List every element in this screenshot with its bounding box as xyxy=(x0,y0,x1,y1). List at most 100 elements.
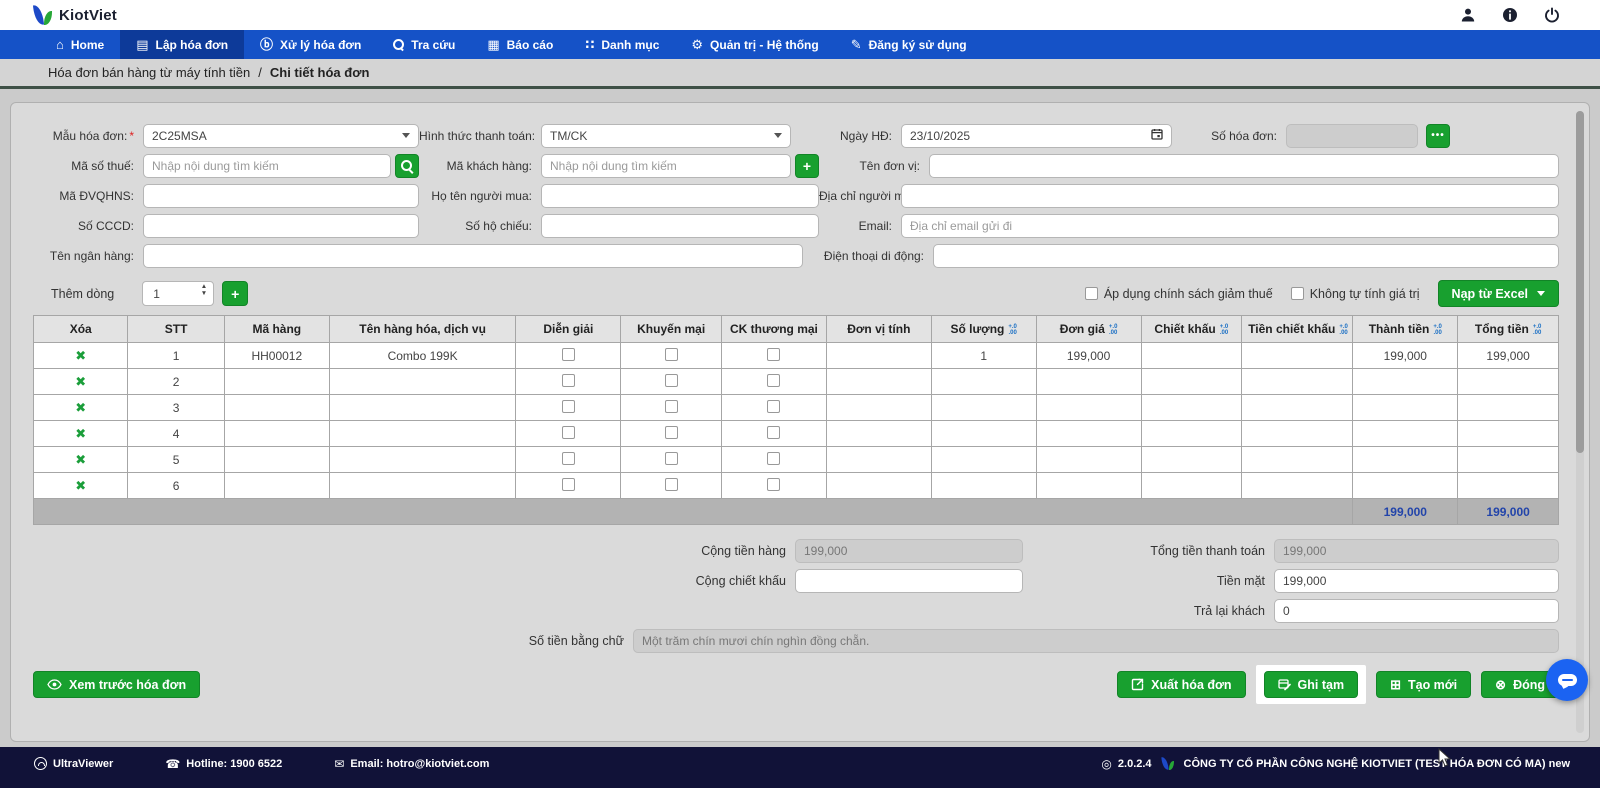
ck-thuong-mai-checkbox[interactable] xyxy=(767,426,780,439)
delete-row-icon[interactable]: ✖ xyxy=(75,426,86,441)
nav-item-bao-cao[interactable]: ▦ Báo cáo xyxy=(471,30,569,59)
calendar-icon[interactable] xyxy=(1151,128,1163,143)
delete-row-icon[interactable]: ✖ xyxy=(75,400,86,415)
decimal-format-icon[interactable]: +.0.00 xyxy=(1533,324,1542,336)
nav-item-dang-ky[interactable]: ✎ Đăng ký sử dụng xyxy=(835,30,983,59)
nav-item-quan-tri[interactable]: ⚙ Quản trị - Hệ thống xyxy=(675,30,834,59)
invoice-template-select[interactable]: 2C25MSA xyxy=(143,124,419,148)
power-icon[interactable] xyxy=(1544,7,1560,23)
nav-item-tra-cuu[interactable]: Tra cứu xyxy=(377,30,471,59)
discount-total-input[interactable] xyxy=(795,569,1023,593)
nav-item-home[interactable]: ⌂ Home xyxy=(40,30,120,59)
goods-total-input xyxy=(795,539,1023,563)
delete-row-icon[interactable]: ✖ xyxy=(75,348,86,363)
user-account-icon[interactable] xyxy=(1460,7,1476,23)
payment-method-select[interactable]: TM/CK xyxy=(541,124,791,148)
ck-thuong-mai-checkbox[interactable] xyxy=(767,400,780,413)
mobile-phone-input[interactable] xyxy=(933,244,1559,268)
plus-square-icon: ⊞ xyxy=(1390,677,1401,693)
no-auto-calc-checkbox[interactable]: Không tự tính giá trị xyxy=(1291,287,1420,301)
khuyen-mai-checkbox[interactable] xyxy=(665,426,678,439)
delete-row-icon[interactable]: ✖ xyxy=(75,452,86,467)
khuyen-mai-checkbox[interactable] xyxy=(665,452,678,465)
id-card-input[interactable] xyxy=(143,214,419,238)
scrollbar-thumb[interactable] xyxy=(1576,111,1584,453)
invoice-number-more-button[interactable]: ••• xyxy=(1426,124,1450,148)
col-stt: STT xyxy=(128,316,224,343)
stepper-down-icon: ▼ xyxy=(201,291,207,298)
buyer-address-input[interactable] xyxy=(901,184,1559,208)
breadcrumb-parent[interactable]: Hóa đơn bán hàng từ máy tính tiền xyxy=(48,65,250,80)
unit-name-input[interactable] xyxy=(929,154,1559,178)
breadcrumb-separator: / xyxy=(258,65,262,80)
delete-row-icon[interactable]: ✖ xyxy=(75,374,86,389)
dien-giai-checkbox[interactable] xyxy=(562,478,575,491)
invoice-number-label: Số hóa đơn: xyxy=(1172,129,1286,143)
import-excel-button[interactable]: Nạp từ Excel xyxy=(1438,280,1559,307)
decimal-format-icon[interactable]: +.0.00 xyxy=(1339,324,1348,336)
tax-reduction-checkbox[interactable]: Áp dụng chính sách giảm thuế xyxy=(1085,287,1273,301)
delete-row-icon[interactable]: ✖ xyxy=(75,478,86,493)
ck-thuong-mai-checkbox[interactable] xyxy=(767,452,780,465)
bank-name-input[interactable] xyxy=(143,244,803,268)
export-invoice-button[interactable]: Xuất hóa đơn xyxy=(1117,671,1245,698)
nav-item-danh-muc[interactable]: ∷ Danh mục xyxy=(569,30,675,59)
email-input[interactable] xyxy=(901,214,1559,238)
tax-code-search-button[interactable] xyxy=(395,154,419,178)
table-row: ✖ 6 xyxy=(34,473,1559,499)
breadcrumb-current: Chi tiết hóa đơn xyxy=(270,65,370,80)
ellipsis-icon: ••• xyxy=(1431,131,1445,141)
tax-code-input[interactable] xyxy=(143,154,391,178)
decimal-format-icon[interactable]: +.0.00 xyxy=(1433,324,1442,336)
row-count-stepper[interactable]: ▲ ▼ xyxy=(142,281,214,306)
preview-invoice-button[interactable]: Xem trước hóa đơn xyxy=(33,671,200,698)
mail-icon: ✉ xyxy=(334,757,344,771)
total-thanh-tien: 199,000 xyxy=(1353,499,1458,525)
buyer-name-input[interactable] xyxy=(541,184,819,208)
decimal-format-icon[interactable]: +.0.00 xyxy=(1220,324,1229,336)
invoice-detail-card: Mẫu hóa đơn:* 2C25MSA Hình thức thanh to… xyxy=(10,102,1590,742)
id-card-label: Số CCCD: xyxy=(33,219,143,233)
save-temp-button[interactable]: Ghi tạm xyxy=(1264,671,1359,698)
dien-giai-checkbox[interactable] xyxy=(562,400,575,413)
card-scrollbar[interactable] xyxy=(1576,111,1584,733)
chat-widget-button[interactable] xyxy=(1546,659,1588,701)
chat-icon xyxy=(1558,674,1577,686)
invoice-date-input[interactable]: 23/10/2025 xyxy=(901,124,1172,148)
nav-item-xu-ly-hoa-don[interactable]: ⓑ Xử lý hóa đơn xyxy=(244,30,377,59)
dien-giai-checkbox[interactable] xyxy=(562,426,575,439)
ck-thuong-mai-checkbox[interactable] xyxy=(767,478,780,491)
khuyen-mai-checkbox[interactable] xyxy=(665,478,678,491)
khuyen-mai-checkbox[interactable] xyxy=(665,400,678,413)
change-input[interactable] xyxy=(1274,599,1559,623)
ck-thuong-mai-checkbox[interactable] xyxy=(767,374,780,387)
khuyen-mai-checkbox[interactable] xyxy=(665,348,678,361)
decimal-format-icon[interactable]: +.0.00 xyxy=(1008,324,1017,336)
dien-giai-checkbox[interactable] xyxy=(562,452,575,465)
dien-giai-checkbox[interactable] xyxy=(562,374,575,387)
cash-input[interactable] xyxy=(1274,569,1559,593)
info-icon[interactable] xyxy=(1502,7,1518,23)
support-email: ✉ Email: hotro@kiotviet.com xyxy=(334,757,489,771)
customer-code-input[interactable] xyxy=(541,154,791,178)
budget-code-input[interactable] xyxy=(143,184,419,208)
cash-label: Tiền mặt xyxy=(1111,574,1274,588)
add-rows-button[interactable]: + xyxy=(222,281,248,306)
passport-input[interactable] xyxy=(541,214,819,238)
dien-giai-checkbox[interactable] xyxy=(562,348,575,361)
col-xoa: Xóa xyxy=(34,316,128,343)
customer-code-label: Mã khách hàng: xyxy=(419,159,541,173)
checkbox-icon xyxy=(1085,287,1098,300)
nav-item-lap-hoa-don[interactable]: ▤ Lập hóa đơn xyxy=(120,30,244,59)
col-thanh-tien: Thành tiền+.0.00 xyxy=(1353,316,1458,343)
invoice-template-label: Mẫu hóa đơn: xyxy=(53,129,128,143)
passport-label: Số hộ chiếu: xyxy=(419,219,541,233)
phone-icon: ☎ xyxy=(165,757,180,771)
ck-thuong-mai-checkbox[interactable] xyxy=(767,348,780,361)
table-row: ✖ 1 HH00012 Combo 199K 1 199,000 199,000… xyxy=(34,343,1559,369)
create-new-button[interactable]: ⊞ Tạo mới xyxy=(1376,671,1471,698)
decimal-format-icon[interactable]: +.0.00 xyxy=(1109,324,1118,336)
khuyen-mai-checkbox[interactable] xyxy=(665,374,678,387)
add-customer-button[interactable]: + xyxy=(795,154,819,178)
hotline: ☎ Hotline: 1900 6522 xyxy=(165,757,282,771)
